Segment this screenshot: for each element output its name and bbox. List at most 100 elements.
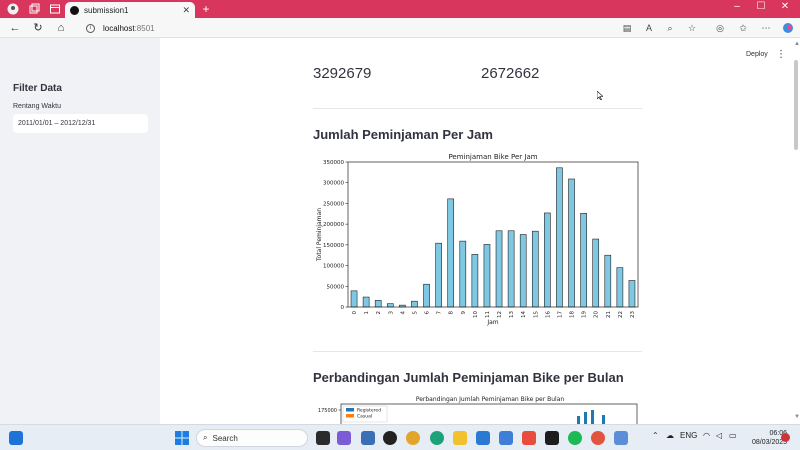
chart2-bar [602,415,605,424]
calculator-icon[interactable] [614,431,628,445]
more-tools-icon[interactable]: ⋯ [760,22,772,34]
date-range-input[interactable]: 2011/01/01 – 2012/12/31 [13,114,148,133]
refresh-icon[interactable]: ↻ [31,21,45,35]
start-icon[interactable] [175,431,189,445]
chart-x-tick-label: 16 [545,311,551,318]
copilot-icon[interactable] [782,22,794,34]
browser-tab-bar: submission1 ✕ + – ☐ ✕ [0,0,800,18]
chart-bar [592,238,600,308]
chart-bar [362,296,370,308]
section-title-hourly: Jumlah Peminjaman Per Jam [313,127,493,142]
language-indicator[interactable]: ENG [680,431,697,440]
profile-icon[interactable] [6,2,20,16]
chart-x-tick-label: 21 [606,311,612,318]
metric-value-2: 2672662 [481,65,540,82]
scrollbar-thumb[interactable] [794,60,798,150]
battery-icon[interactable]: ▭ [729,431,737,440]
url-port: :8501 [134,23,155,33]
chart-bar [386,303,394,308]
tab-actions-icon[interactable] [48,2,62,16]
url-field[interactable]: i localhost:8501 [80,20,710,36]
maximize-icon[interactable]: ☐ [752,1,770,12]
chart-y-tick-label: 150000 [323,243,344,249]
vscode-icon[interactable] [476,431,490,445]
chart2-bar [591,410,594,424]
sidebar-title: Filter Data [13,83,62,94]
favorites-icon[interactable]: ✩ [737,22,749,34]
taskbar-search[interactable]: ⌕ Search [196,429,308,447]
home-icon[interactable]: ⌂ [54,21,68,35]
chart-bar [556,167,563,308]
taskbar: ⌕ Search ⌃ ☁ ENG ◠ ◁ ▭ 06:06 08/03/2025 [0,424,800,450]
search-icon: ⌕ [203,433,208,442]
chart2-bar [584,412,587,424]
app-icon-2[interactable] [499,431,513,445]
chart-x-tick-label: 12 [497,311,503,318]
divider [313,351,642,352]
hourly-rental-chart: Peminjaman Bike Per Jam0 1 2 3 4 5 6 7 8 9 10 11 12 1… [316,153,639,326]
chart-bar [374,300,382,308]
chart-x-tick-label: 8 [449,311,455,315]
capcut-icon[interactable] [545,431,559,445]
chart-x-axis-label: Jam [486,319,498,326]
spotify-icon[interactable] [568,431,582,445]
close-tab-icon[interactable]: ✕ [182,5,190,16]
scroll-down-arrow-icon[interactable]: ▼ [794,414,800,420]
task-view-icon[interactable] [316,431,330,445]
deploy-button[interactable]: Deploy [746,51,768,58]
site-info-icon[interactable]: i [86,23,95,33]
chart-bar [483,244,491,308]
chart-y-tick-label: 250000 [323,201,344,207]
chart-x-tick-label: 15 [533,311,539,318]
chrome-icon[interactable] [406,431,420,445]
chart-bar [435,242,442,308]
scroll-up-arrow-icon[interactable]: ▲ [794,41,800,47]
new-tab-icon[interactable]: + [199,2,213,16]
notification-badge-icon[interactable] [781,433,790,442]
edge-icon[interactable] [430,431,444,445]
chart-bar [604,254,612,308]
chart-bar [580,213,587,308]
taskbar-search-label: Search [212,433,238,443]
chart-bar [568,178,575,308]
chart-x-tick-label: 10 [473,311,479,318]
teams-icon[interactable] [337,431,351,445]
chart-title: Peminjaman Bike Per Jam [448,153,537,161]
app-icon[interactable] [361,431,375,445]
translate-icon[interactable]: A [643,22,655,34]
github-icon[interactable] [383,431,397,445]
chart2-legend-swatch [346,408,354,412]
chart-x-tick-label: 18 [570,311,576,318]
chart-x-tick-label: 22 [618,311,624,318]
favorite-star-icon[interactable]: ☆ [686,22,698,34]
chart-bar [519,234,527,308]
tab-submission1[interactable]: submission1 ✕ [65,2,195,18]
main-menu-icon[interactable]: ⋮ [776,49,786,60]
chart-y-tick-label: 50000 [327,284,345,290]
chart-x-tick-label: 3 [388,311,394,315]
chart-x-tick-label: 4 [400,311,406,315]
back-icon[interactable]: ← [8,21,22,35]
minimize-icon[interactable]: – [728,1,746,12]
chart-x-tick-label: 9 [461,311,467,315]
onedrive-icon[interactable]: ☁ [666,431,674,440]
tray-overflow-icon[interactable]: ⌃ [652,431,659,440]
close-window-icon[interactable]: ✕ [776,1,794,12]
sidebar [0,38,160,424]
extensions-icon[interactable]: ◎ [714,22,726,34]
metric-value-1: 3292679 [313,65,372,82]
chart-bar [495,230,503,308]
snipping-tool-icon[interactable] [522,431,536,445]
chart-bar [471,254,479,308]
volume-icon[interactable]: ◁ [716,431,722,440]
widgets-icon[interactable] [9,431,23,445]
wifi-icon[interactable]: ◠ [703,431,710,440]
chart-x-tick-label: 5 [412,311,418,315]
file-explorer-icon[interactable] [453,431,467,445]
collections-icon[interactable] [27,2,41,16]
divider [313,108,642,109]
chart-x-tick-label: 2 [376,311,382,315]
reader-view-icon[interactable]: ▤ [621,22,633,34]
chrome-notification-icon[interactable] [591,431,605,445]
zoom-icon[interactable]: ⌕ [664,22,676,34]
